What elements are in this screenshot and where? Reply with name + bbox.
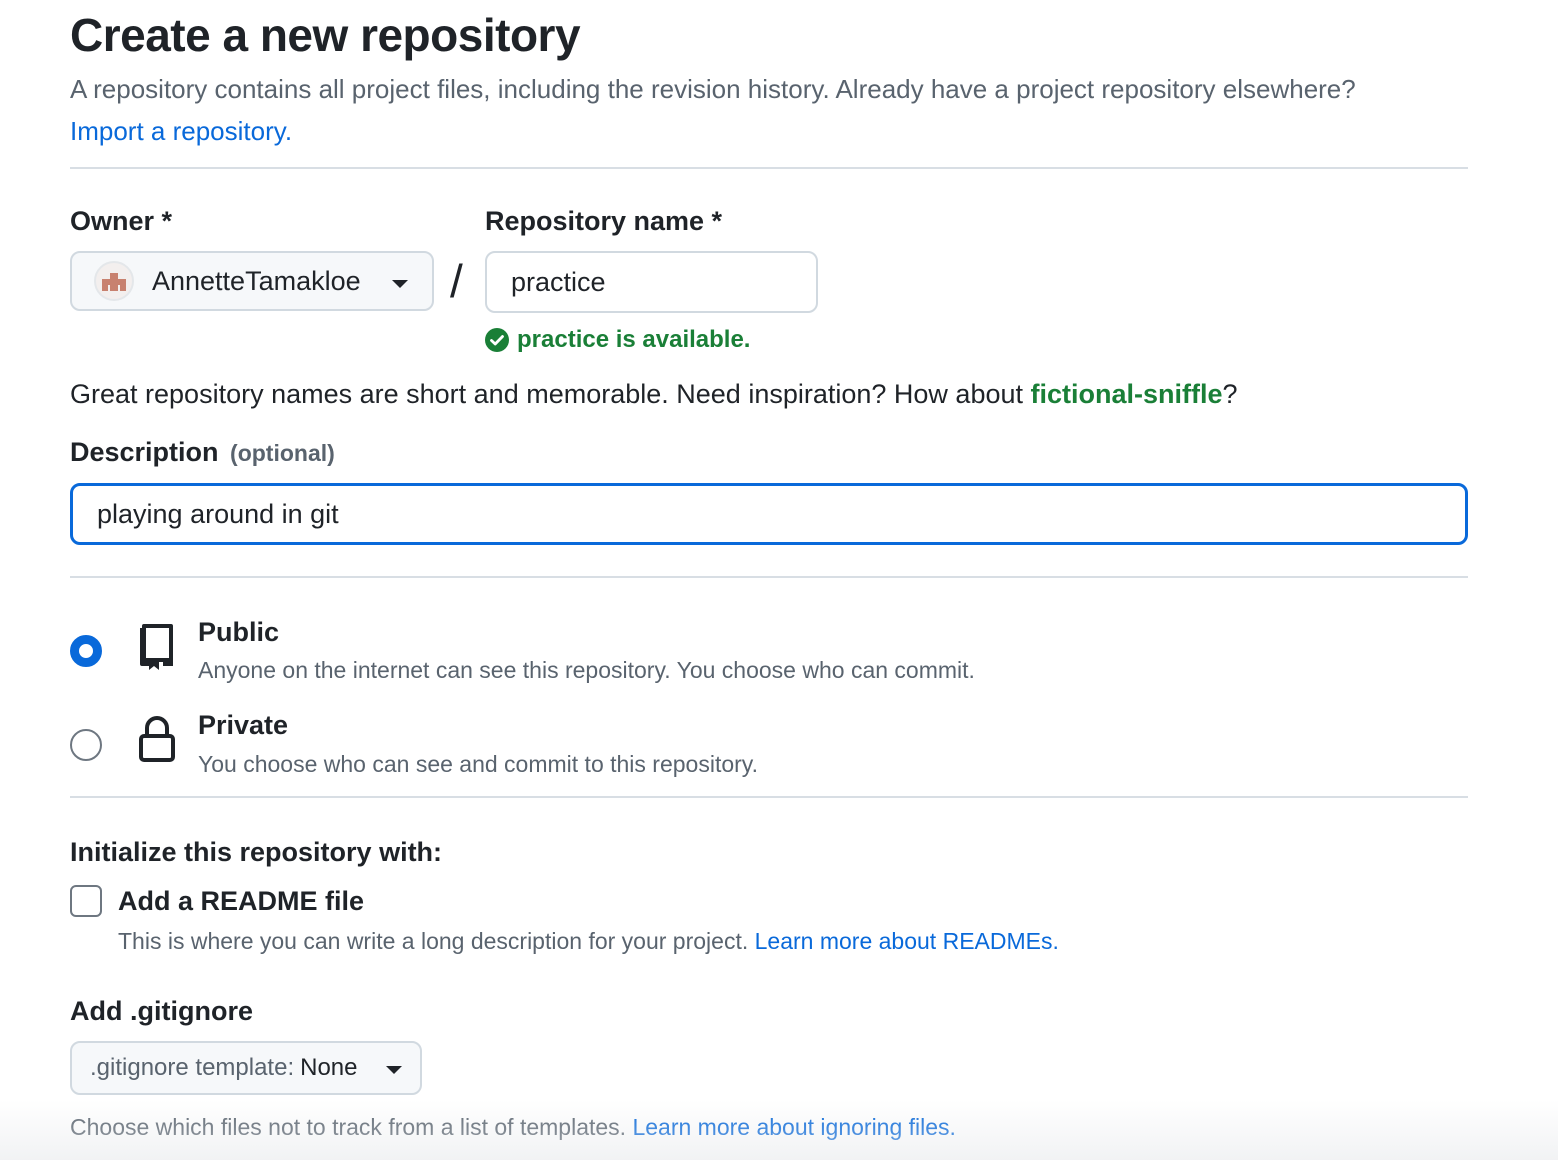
- public-title: Public: [198, 617, 280, 647]
- repo-availability-status: practice is available.: [485, 326, 750, 354]
- divider: [70, 167, 1468, 169]
- gitignore-description: Choose which files not to track from a l…: [70, 1114, 956, 1141]
- repo-name-input[interactable]: [485, 251, 818, 313]
- owner-repo-separator: /: [450, 255, 463, 307]
- status-text: practice is available.: [517, 326, 751, 353]
- chevron-down-icon: [392, 280, 408, 288]
- repo-name-label: Repository name *: [485, 206, 723, 236]
- readme-description: This is where you can write a long descr…: [118, 928, 1059, 955]
- readme-checkbox[interactable]: [70, 885, 102, 917]
- lock-icon: [137, 715, 177, 770]
- divider: [70, 796, 1468, 798]
- description-label: Description (optional): [70, 437, 335, 468]
- gitignore-description-text: Choose which files not to track from a l…: [70, 1114, 633, 1140]
- private-description: You choose who can see and commit to thi…: [198, 751, 758, 777]
- gitignore-label: Add .gitignore: [70, 996, 253, 1026]
- chevron-down-icon: [386, 1066, 402, 1074]
- new-repository-page: Create a new repository A repository con…: [0, 0, 1558, 1160]
- public-radio[interactable]: [70, 635, 102, 667]
- name-suggestion-link[interactable]: fictional-sniffle: [1031, 379, 1223, 409]
- hint-suffix: ?: [1222, 379, 1238, 409]
- public-description: Anyone on the internet can see this repo…: [198, 657, 975, 683]
- description-label-text: Description: [70, 437, 219, 467]
- check-circle-icon: [485, 328, 509, 352]
- hint-prefix: Great repository names are short and mem…: [70, 379, 1031, 409]
- avatar: [94, 261, 134, 301]
- private-title: Private: [198, 710, 289, 740]
- import-repository-link[interactable]: Import a repository.: [70, 116, 292, 147]
- private-radio[interactable]: [70, 729, 102, 761]
- description-input[interactable]: [70, 483, 1468, 545]
- owner-label: Owner *: [70, 206, 173, 236]
- owner-select[interactable]: AnnetteTamakloe: [70, 251, 434, 311]
- optional-tag: (optional): [230, 440, 335, 466]
- owner-name: AnnetteTamakloe: [152, 265, 361, 296]
- gitignore-select-value: None: [300, 1054, 358, 1081]
- page-subtitle: A repository contains all project files,…: [70, 74, 1356, 104]
- page-title: Create a new repository: [70, 9, 581, 61]
- readme-description-text: This is where you can write a long descr…: [118, 928, 755, 954]
- gitignore-select-prefix: .gitignore template:: [90, 1054, 295, 1081]
- name-hint: Great repository names are short and mem…: [70, 379, 1238, 410]
- learn-readmes-link[interactable]: Learn more about READMEs.: [755, 928, 1059, 954]
- gitignore-template-select[interactable]: .gitignore template: None: [70, 1041, 422, 1095]
- readme-label[interactable]: Add a README file: [118, 886, 364, 917]
- user-avatar-icon: [102, 273, 126, 291]
- initialize-heading: Initialize this repository with:: [70, 837, 443, 867]
- learn-ignoring-files-link[interactable]: Learn more about ignoring files.: [632, 1114, 955, 1140]
- divider: [70, 576, 1468, 578]
- repo-icon: [137, 623, 177, 678]
